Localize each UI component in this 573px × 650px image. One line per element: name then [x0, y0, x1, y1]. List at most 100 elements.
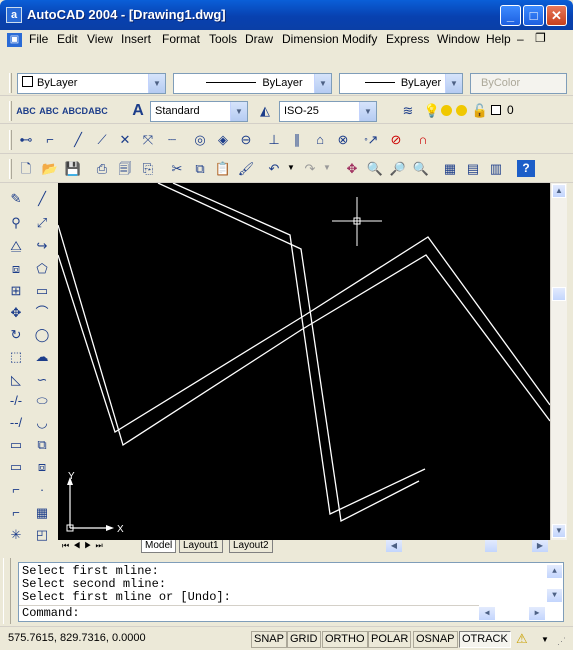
- copy-icon[interactable]: ⧉: [190, 159, 210, 179]
- chamfer-icon[interactable]: ⌐: [6, 480, 26, 500]
- ellipse-icon[interactable]: ⬭: [32, 391, 52, 411]
- snap-tangent-icon[interactable]: ⊖: [236, 130, 256, 150]
- vertical-scrollbar[interactable]: ▲ ▼: [550, 183, 567, 540]
- cmd-scroll-down-icon[interactable]: ▼: [547, 589, 562, 602]
- erase-icon[interactable]: ✎: [6, 189, 26, 209]
- toolbar-grip[interactable]: [9, 101, 12, 121]
- dim-style-combo[interactable]: ISO-25 ▼: [279, 101, 377, 122]
- zoom-realtime-icon[interactable]: 🔍: [365, 159, 385, 179]
- menu-insert[interactable]: Insert: [121, 32, 151, 46]
- print-icon[interactable]: ⎙: [92, 159, 112, 179]
- chevron-down-icon[interactable]: ▼: [359, 102, 376, 121]
- paste-icon[interactable]: 📋: [213, 159, 233, 179]
- grid-toggle[interactable]: GRID: [287, 631, 321, 648]
- redo-icon[interactable]: ↷: [300, 159, 320, 179]
- minimize-button[interactable]: _: [500, 5, 521, 26]
- cut-icon[interactable]: ✂: [167, 159, 187, 179]
- layer-on-bulb-icon[interactable]: 💡: [422, 101, 442, 121]
- offset-icon[interactable]: ⧈: [6, 259, 26, 279]
- snap-node-icon[interactable]: ⊗: [333, 130, 353, 150]
- extend-icon[interactable]: --/: [6, 413, 26, 433]
- doc-minimize-button[interactable]: –: [517, 32, 524, 46]
- menu-dimension[interactable]: Dimension: [282, 32, 339, 46]
- rotate-icon[interactable]: ↻: [6, 325, 26, 345]
- snap-quadrant-icon[interactable]: ◈: [213, 130, 233, 150]
- arc-icon[interactable]: ⌒: [32, 303, 52, 323]
- array-icon[interactable]: ⊞: [6, 281, 26, 301]
- save-icon[interactable]: 💾: [63, 159, 83, 179]
- linetype-combo[interactable]: ByLayer ▼: [173, 73, 332, 94]
- command-window[interactable]: Select first mline: Select second mline:…: [18, 562, 564, 622]
- menu-tools[interactable]: Tools: [209, 32, 237, 46]
- freeze-sun-icon[interactable]: [441, 105, 452, 116]
- tab-layout2[interactable]: Layout2: [229, 540, 273, 553]
- cmd-scroll-right-icon[interactable]: ▶: [529, 607, 545, 620]
- snap-apparent-intersection-icon[interactable]: ⤧: [138, 130, 158, 150]
- command-grip[interactable]: [3, 558, 11, 624]
- menu-file[interactable]: File: [29, 32, 48, 46]
- chevron-down-icon[interactable]: ▼: [445, 74, 462, 93]
- design-center-icon[interactable]: ▤: [463, 159, 483, 179]
- properties-icon[interactable]: ▦: [440, 159, 460, 179]
- tab-layout1[interactable]: Layout1: [179, 540, 223, 553]
- point-icon[interactable]: ·: [32, 480, 52, 500]
- menu-window[interactable]: Window: [437, 32, 480, 46]
- menu-express[interactable]: Express: [386, 32, 429, 46]
- snap-perpendicular-icon[interactable]: ⊥: [264, 130, 284, 150]
- scroll-left-icon[interactable]: ◀: [386, 540, 402, 552]
- region-icon[interactable]: ◰: [32, 525, 52, 545]
- stretch-icon[interactable]: ◺: [6, 370, 26, 390]
- explode-icon[interactable]: ✳: [6, 525, 26, 545]
- polar-toggle[interactable]: POLAR: [368, 631, 412, 648]
- tool-palettes-icon[interactable]: ▥: [486, 159, 506, 179]
- maximize-button[interactable]: □: [523, 5, 544, 26]
- join-icon[interactable]: ▭: [6, 457, 26, 477]
- zoom-previous-icon[interactable]: 🔍: [411, 159, 431, 179]
- color-combo[interactable]: ByLayer ▼: [17, 73, 166, 94]
- circle-icon[interactable]: ◯: [32, 325, 52, 345]
- redo-dropdown-icon[interactable]: ▼: [323, 163, 331, 172]
- lineweight-combo[interactable]: ByLayer ▼: [339, 73, 463, 94]
- plotstyle-combo[interactable]: ByColor: [470, 73, 567, 94]
- layer-properties-icon[interactable]: ≋: [398, 101, 418, 121]
- match-properties-icon[interactable]: 🖌: [236, 159, 256, 179]
- otrack-toggle[interactable]: OTRACK: [459, 631, 511, 648]
- text-style-manager-icon[interactable]: A: [128, 101, 148, 121]
- ortho-toggle[interactable]: ORTHO: [322, 631, 368, 648]
- mirror-icon[interactable]: ⧋: [6, 236, 26, 256]
- snap-none-icon[interactable]: ↗: [363, 130, 383, 150]
- dimension-style-icon[interactable]: ◭: [255, 101, 275, 121]
- toolbar-grip[interactable]: [9, 73, 12, 93]
- snap-from-icon[interactable]: ⌐: [40, 130, 60, 150]
- construction-line-icon[interactable]: ⤢: [32, 213, 52, 233]
- fillet-icon[interactable]: ⌐: [6, 503, 26, 523]
- menu-edit[interactable]: Edit: [57, 32, 78, 46]
- menu-help[interactable]: Help: [486, 32, 511, 46]
- edit-text-icon[interactable]: ABC: [39, 101, 59, 121]
- find-text-icon[interactable]: ABCD: [62, 101, 88, 121]
- snap-toggle[interactable]: SNAP: [251, 631, 287, 648]
- menu-draw[interactable]: Draw: [245, 32, 273, 46]
- menu-view[interactable]: View: [87, 32, 113, 46]
- snap-insert-icon[interactable]: ⌂: [310, 130, 330, 150]
- zoom-window-icon[interactable]: 🔎: [388, 159, 408, 179]
- trim-icon[interactable]: -/-: [6, 391, 26, 411]
- rectangle-icon[interactable]: ▭: [32, 281, 52, 301]
- text-style-combo[interactable]: Standard ▼: [150, 101, 248, 122]
- help-icon[interactable]: ?: [517, 160, 535, 177]
- chevron-down-icon[interactable]: ▼: [230, 102, 247, 121]
- doc-restore-button[interactable]: ❐: [535, 31, 546, 45]
- snap-midpoint-icon[interactable]: ⟋: [92, 130, 112, 150]
- pan-realtime-icon[interactable]: ✥: [342, 159, 362, 179]
- break-icon[interactable]: ▭: [6, 435, 26, 455]
- toolbar-grip[interactable]: [9, 130, 12, 150]
- move-icon[interactable]: ✥: [6, 303, 26, 323]
- temp-track-icon[interactable]: ⊷: [16, 130, 36, 150]
- insert-block-icon[interactable]: ⧉: [32, 435, 52, 455]
- osnap-toggle[interactable]: OSNAP: [413, 631, 458, 648]
- toolbar-grip[interactable]: [9, 159, 12, 179]
- scroll-up-icon[interactable]: ▲: [552, 184, 566, 198]
- publish-icon[interactable]: ⎘: [138, 159, 158, 179]
- tab-model[interactable]: Model: [141, 540, 177, 553]
- snap-intersection-icon[interactable]: ✕: [115, 130, 135, 150]
